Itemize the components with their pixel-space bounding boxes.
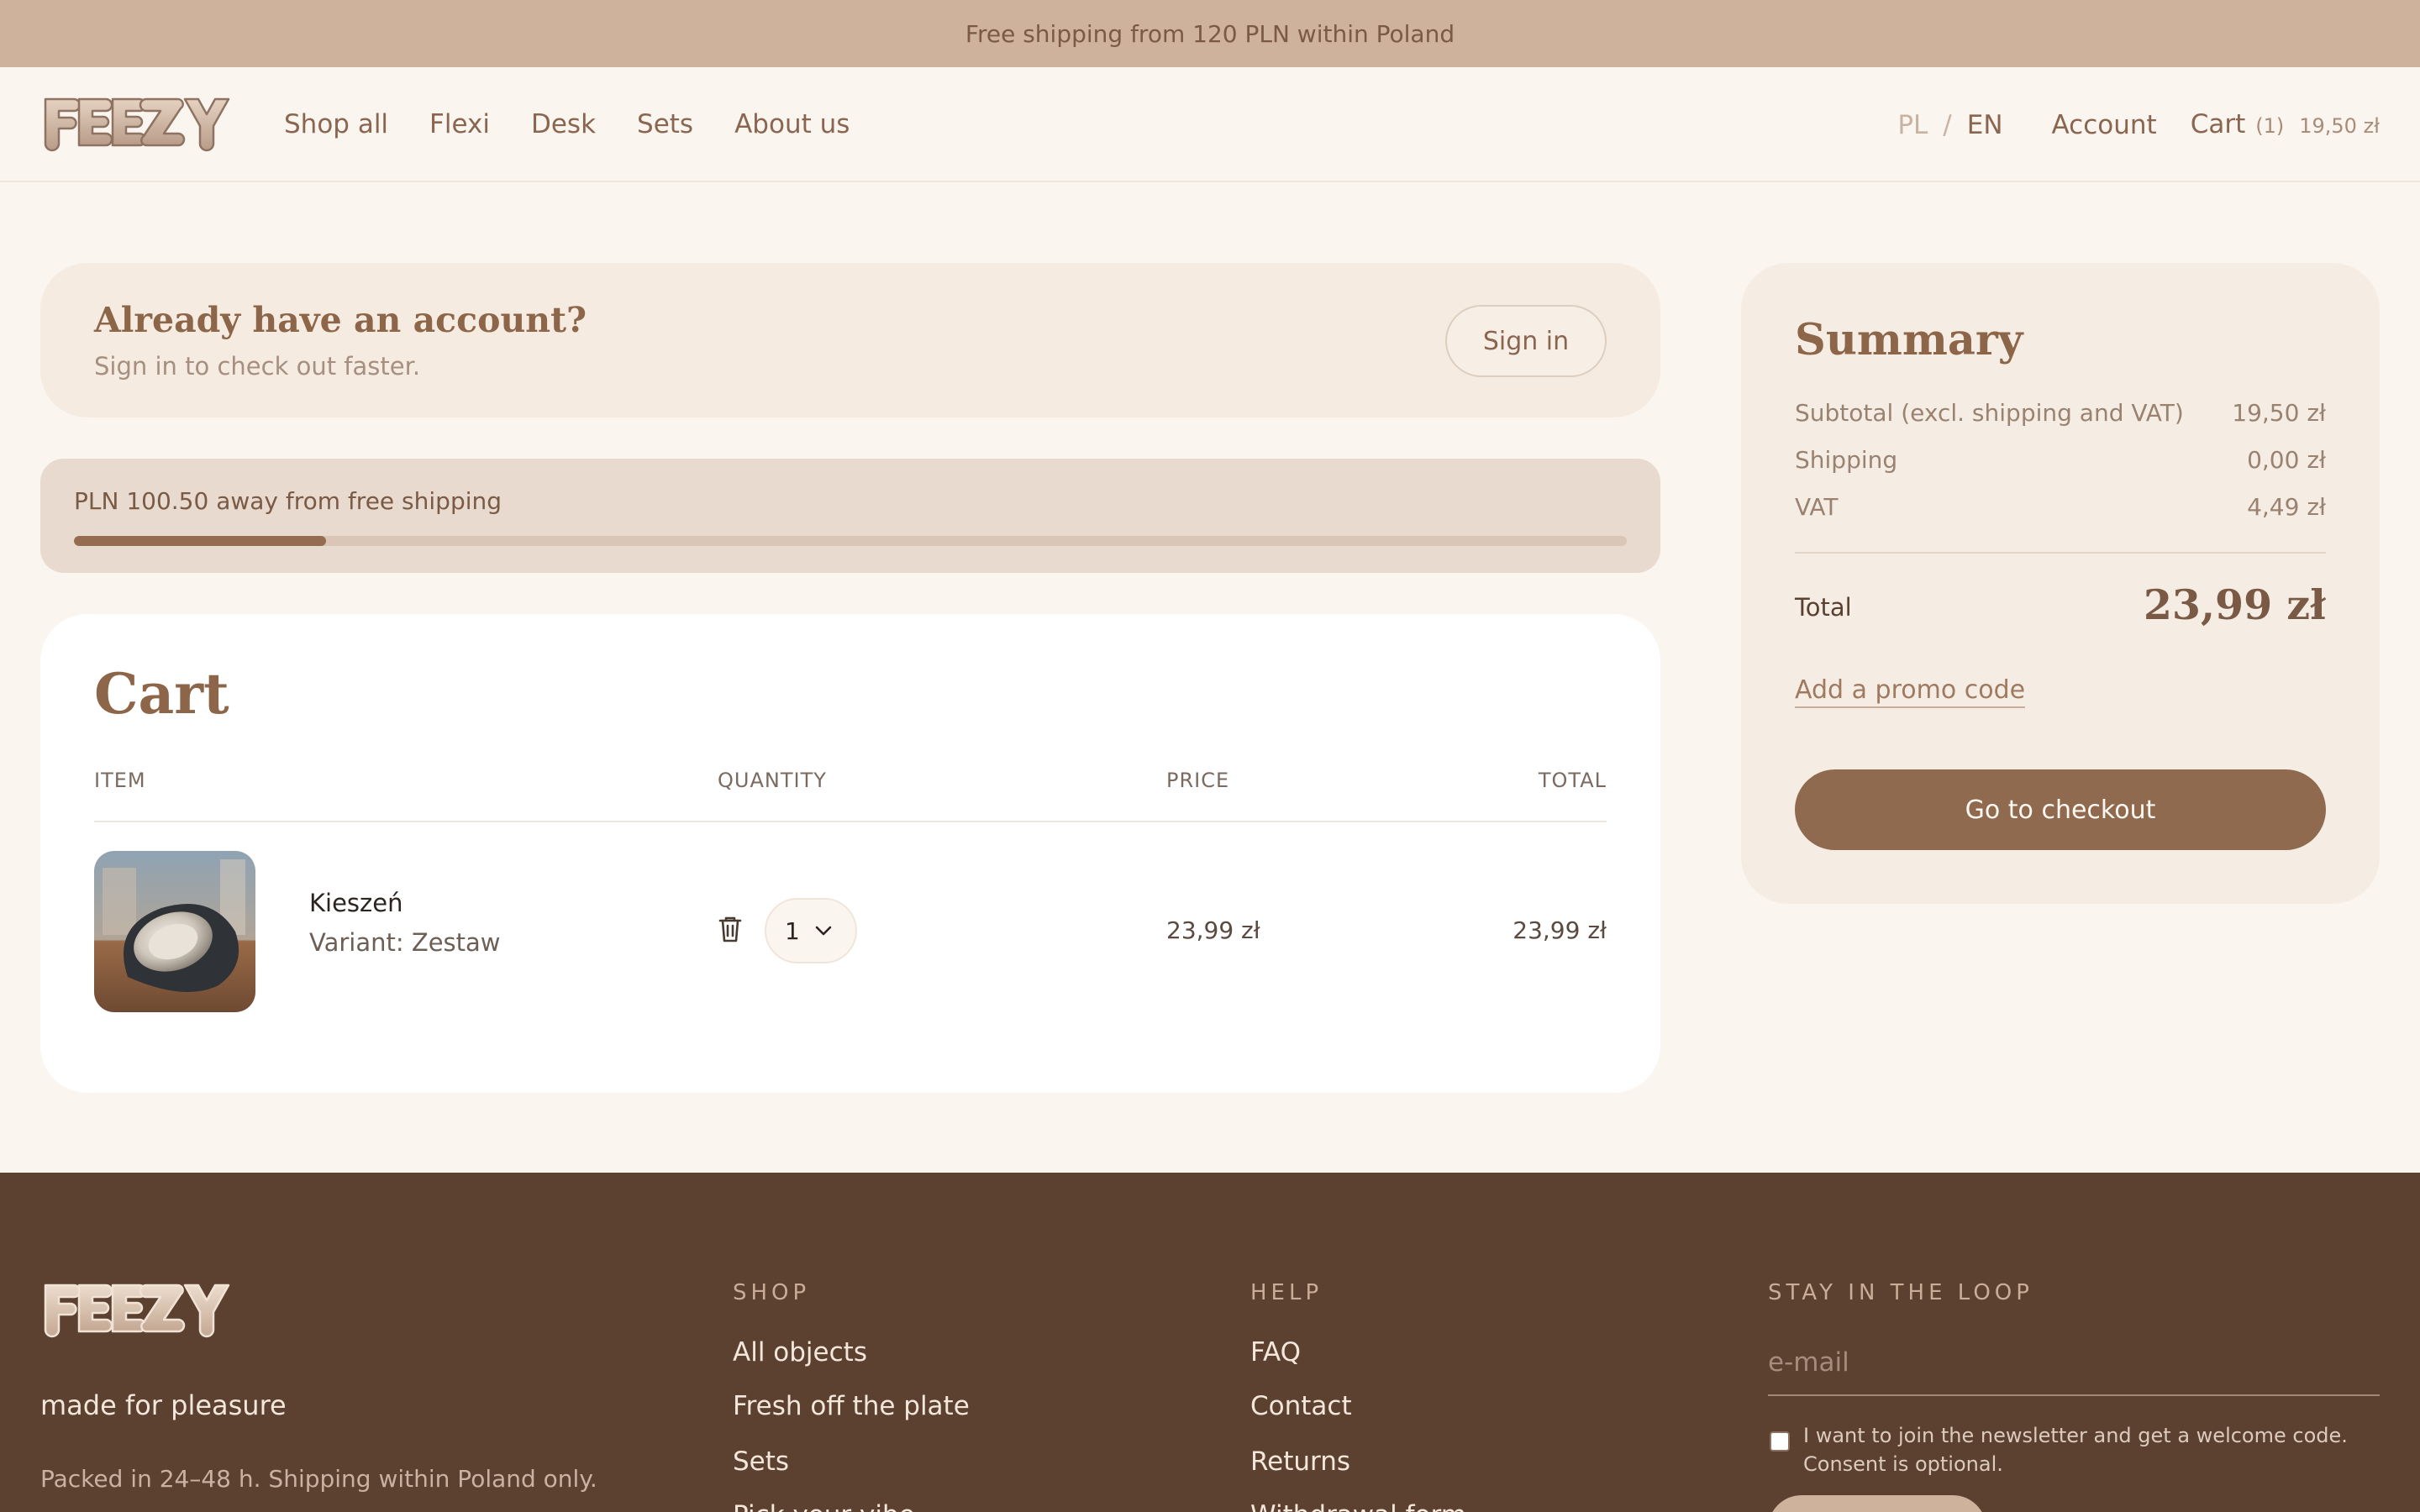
footer-link-all-objects[interactable]: All objects [733,1337,867,1368]
quantity-value: 1 [785,916,800,945]
summary-divider [1795,552,2326,554]
newsletter-consent-text: I want to join the newsletter and get a … [1803,1424,2348,1476]
summary-subtotal-label: Subtotal (excl. shipping and VAT) [1795,399,2184,427]
summary-title: Summary [1795,315,2023,365]
summary-shipping-label: Shipping [1795,446,1898,474]
column-header-price: PRICE [1166,769,1230,792]
announcement-text: Free shipping from 120 PLN within Poland [965,19,1455,48]
cart-link[interactable]: Cart (1) 19,50 zł [2191,108,2380,143]
footer-logo[interactable] [40,1277,242,1344]
footer-link-sets[interactable]: Sets [733,1446,789,1477]
summary-vat-value: 4,49 zł [2247,493,2326,521]
go-to-checkout-button[interactable]: Go to checkout [1795,769,2326,850]
footer-link-pick-your-vibe[interactable]: Pick your vibe [733,1500,915,1512]
cart-count-badge: (1) [2255,114,2285,138]
footer-tagline: made for pleasure [40,1389,287,1421]
site-footer: made for pleasure Packed in 24–48 h. Shi… [0,1173,2420,1512]
footer-newsletter-heading: STAY IN THE LOOP [1768,1280,2033,1305]
footer-shop-heading: SHOP [733,1280,811,1305]
product-image [94,851,255,1012]
quantity-select[interactable]: 1 [765,898,857,963]
summary-total-value: 23,99 zł [2143,580,2326,629]
column-header-item: ITEM [94,769,146,792]
free-shipping-text: PLN 100.50 away from free shipping [74,487,502,515]
product-thumbnail[interactable] [94,851,255,1012]
item-total: 23,99 zł [1512,916,1607,944]
summary-total-label: Total [1795,593,1852,622]
free-shipping-track [74,536,1627,546]
lang-separator: / [1943,110,1952,140]
footer-link-returns[interactable]: Returns [1250,1446,1350,1477]
account-prompt-card: Already have an account? Sign in to chec… [40,263,1660,417]
footer-link-withdrawal-form[interactable]: Withdrawal form [1250,1500,1466,1512]
cart-header-total: 19,50 zł [2299,114,2380,138]
brand-logo[interactable] [40,91,242,158]
nav-flexi[interactable]: Flexi [429,108,490,141]
lang-pl-link[interactable]: PL [1897,108,1928,142]
item-name[interactable]: Kieszeń [309,889,402,917]
chevron-down-icon [815,926,832,936]
footer-link-fresh-off-the-plate[interactable]: Fresh off the plate [733,1391,970,1421]
cart-header-divider [94,821,1607,822]
nav-about-us[interactable]: About us [734,108,850,141]
summary-row-vat: VAT 4,49 zł [1795,493,2326,521]
newsletter-email-input[interactable]: e-mail [1768,1337,2380,1396]
cart-label: Cart [2190,109,2246,139]
nav-desk[interactable]: Desk [531,108,596,141]
summary-subtotal-value: 19,50 zł [2232,399,2326,427]
account-link[interactable]: Account [2052,108,2157,142]
account-prompt-title: Already have an account? [94,300,587,340]
nav-sets[interactable]: Sets [637,108,693,141]
item-price: 23,99 zł [1166,916,1260,944]
order-summary: Summary Subtotal (excl. shipping and VAT… [1741,263,2380,904]
feezy-logo-graphic [44,97,230,152]
column-header-total: TOTAL [1538,769,1607,792]
newsletter-consent-checkbox[interactable] [1770,1431,1790,1452]
footer-link-contact[interactable]: Contact [1250,1391,1352,1421]
summary-vat-label: VAT [1795,493,1839,521]
add-promo-code-link[interactable]: Add a promo code [1795,675,2026,708]
free-shipping-progress: PLN 100.50 away from free shipping [40,459,1660,573]
column-header-quantity: QUANTITY [718,769,827,792]
nav-shop-all[interactable]: Shop all [284,108,388,141]
cart-card: Cart ITEM QUANTITY PRICE TOTAL Kieszeń V… [40,614,1660,1093]
cart-title: Cart [94,661,229,727]
free-shipping-fill [74,536,327,546]
footer-shipping-note: Packed in 24–48 h. Shipping within Polan… [40,1465,597,1493]
feezy-logo-graphic [44,1284,230,1338]
summary-shipping-value: 0,00 zł [2247,446,2326,474]
footer-help-heading: HELP [1250,1280,1323,1305]
item-variant: Variant: Zestaw [309,928,501,957]
trash-icon[interactable] [718,915,743,943]
account-prompt-subtitle: Sign in to check out faster. [94,352,421,381]
sign-in-button[interactable]: Sign in [1445,305,1607,377]
lang-en-link[interactable]: EN [1967,108,2003,142]
summary-row-subtotal: Subtotal (excl. shipping and VAT) 19,50 … [1795,399,2326,427]
main-nav: Shop all Flexi Desk Sets About us [284,108,850,141]
announcement-bar: Free shipping from 120 PLN within Poland [0,0,2420,67]
summary-row-shipping: Shipping 0,00 zł [1795,446,2326,474]
footer-link-faq[interactable]: FAQ [1250,1337,1301,1368]
header-utilities: PL / EN Account Cart (1) 19,50 zł [1897,108,2380,143]
newsletter-subscribe-button[interactable] [1768,1495,1986,1512]
